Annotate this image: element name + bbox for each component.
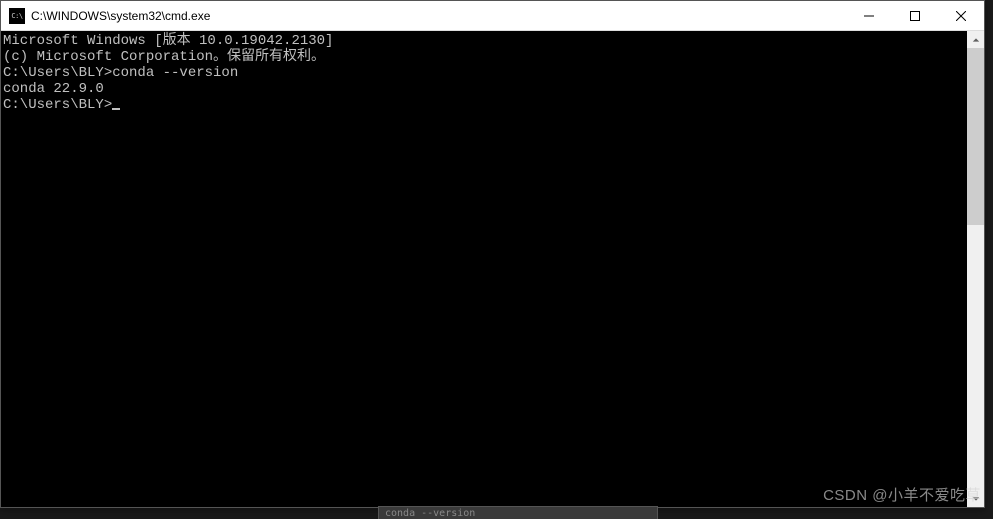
terminal-body: Microsoft Windows [版本 10.0.19042.2130](c… bbox=[1, 31, 984, 507]
minimize-button[interactable] bbox=[846, 1, 892, 30]
cmd-icon: C:\ bbox=[9, 8, 25, 24]
window-controls bbox=[846, 1, 984, 30]
taskbar-item-label: conda --version bbox=[385, 508, 475, 519]
close-icon bbox=[956, 11, 966, 21]
cmd-window: C:\ C:\WINDOWS\system32\cmd.exe Microsof… bbox=[0, 0, 985, 508]
output-line: (c) Microsoft Corporation。保留所有权利。 bbox=[3, 49, 967, 65]
output-line: C:\Users\BLY>conda --version bbox=[3, 65, 967, 81]
maximize-button[interactable] bbox=[892, 1, 938, 30]
terminal-output[interactable]: Microsoft Windows [版本 10.0.19042.2130](c… bbox=[1, 31, 967, 507]
output-line: conda 22.9.0 bbox=[3, 81, 967, 97]
close-button[interactable] bbox=[938, 1, 984, 30]
cursor bbox=[112, 108, 120, 110]
scroll-up-button[interactable] bbox=[967, 31, 984, 48]
prompt-line: C:\Users\BLY> bbox=[3, 97, 967, 113]
output-line: Microsoft Windows [版本 10.0.19042.2130] bbox=[3, 33, 967, 49]
vertical-scrollbar[interactable] bbox=[967, 31, 984, 507]
titlebar[interactable]: C:\ C:\WINDOWS\system32\cmd.exe bbox=[1, 1, 984, 31]
taskbar-item[interactable]: conda --version bbox=[378, 506, 658, 519]
maximize-icon bbox=[910, 11, 920, 21]
prompt-text: C:\Users\BLY> bbox=[3, 97, 112, 113]
chevron-up-icon bbox=[972, 36, 980, 44]
minimize-icon bbox=[864, 11, 874, 21]
scroll-track[interactable] bbox=[967, 48, 984, 490]
watermark-text: CSDN @小羊不爱吃草 bbox=[823, 484, 981, 505]
window-title: C:\WINDOWS\system32\cmd.exe bbox=[31, 9, 846, 23]
scroll-thumb[interactable] bbox=[967, 48, 984, 225]
